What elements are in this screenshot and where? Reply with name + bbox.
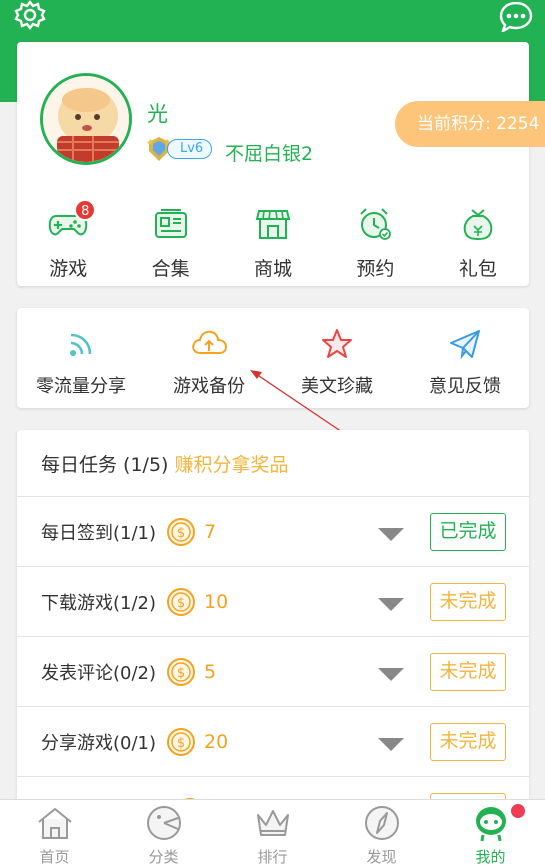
quick-action-games[interactable]: 8 游戏 (17, 199, 119, 281)
shop-icon (255, 210, 291, 239)
nav-ranking[interactable]: 排行 (218, 800, 327, 868)
tool-label: 零流量分享 (36, 376, 126, 397)
task-row[interactable]: 下载游戏(1/2) $ 10 未完成 (17, 567, 529, 637)
quick-action-label: 商城 (254, 258, 293, 280)
points-pill[interactable]: 当前积分: 2254 (395, 101, 545, 147)
task-status-button[interactable]: 未完成 (430, 723, 506, 761)
nav-category[interactable]: 分类 (109, 800, 218, 868)
expand-caret-icon[interactable] (378, 528, 404, 541)
paper-plane-icon (450, 330, 480, 360)
nav-label: 首页 (39, 848, 70, 866)
tools-card: 零流量分享 游戏备份 美文珍藏 意见反馈 (17, 308, 529, 408)
nav-mine[interactable]: 我的 (436, 800, 545, 868)
svg-text:$: $ (177, 736, 185, 751)
tool-row: 零流量分享 游戏备份 美文珍藏 意见反馈 (17, 324, 529, 398)
expand-caret-icon[interactable] (378, 598, 404, 611)
crown-icon (256, 810, 289, 836)
svg-text:$: $ (177, 596, 185, 611)
coin-icon: $ (167, 657, 196, 686)
task-row[interactable]: 分享游戏(0/1) $ 20 未完成 (17, 707, 529, 777)
chat-bubble-icon[interactable] (498, 0, 534, 34)
tool-label: 意见反馈 (429, 376, 501, 397)
nav-label: 发现 (366, 848, 397, 866)
coin-icon: $ (167, 587, 196, 616)
gift-bag-icon (463, 209, 493, 241)
quick-action-label: 合集 (151, 258, 190, 280)
task-name: 每日签到(1/1) (41, 522, 157, 544)
collection-icon (154, 209, 187, 238)
coin-icon: $ (167, 517, 196, 546)
task-name: 发表评论(0/2) (41, 662, 157, 684)
profile-card: 光 Lv6 不屈白银2 当前积分: 2254 8 游戏 合集 商城 预约 礼包 (17, 42, 545, 286)
nav-home[interactable]: 首页 (0, 800, 109, 868)
quick-action-label: 礼包 (458, 258, 497, 280)
task-points: 7 (204, 520, 217, 543)
star-icon (322, 329, 352, 358)
tool-label: 游戏备份 (173, 376, 245, 397)
cloud-upload-icon (192, 330, 228, 354)
username: 光 (147, 102, 168, 126)
tool-label: 美文珍藏 (301, 376, 373, 397)
nav-label: 分类 (148, 848, 179, 866)
task-name: 下载游戏(1/2) (41, 592, 157, 614)
quick-action-collections[interactable]: 合集 (119, 202, 221, 281)
notification-dot (511, 804, 525, 818)
svg-text:$: $ (177, 526, 185, 541)
task-points: 10 (204, 590, 229, 613)
tasks-subtitle[interactable]: 赚积分拿奖品 (174, 450, 288, 477)
expand-caret-icon[interactable] (378, 668, 404, 681)
quick-actions: 8 游戏 合集 商城 预约 礼包 (17, 199, 529, 281)
alarm-clock-icon (360, 208, 392, 240)
category-icon (146, 806, 181, 840)
quick-action-shop[interactable]: 商城 (222, 202, 324, 281)
coin-icon: $ (167, 727, 196, 756)
compass-icon (364, 806, 399, 840)
tool-zero-data-share[interactable]: 零流量分享 (17, 324, 145, 398)
task-status-button[interactable]: 未完成 (430, 653, 506, 691)
level-badge: Lv6 (145, 135, 213, 163)
task-name: 分享游戏(0/1) (41, 732, 157, 754)
nav-label: 排行 (257, 848, 288, 866)
rank-title: 不屈白银2 (225, 143, 314, 165)
gear-icon[interactable] (12, 0, 48, 34)
tool-feedback[interactable]: 意见反馈 (401, 324, 529, 398)
quick-action-gift[interactable]: 礼包 (427, 202, 529, 281)
task-row[interactable]: 发表评论(0/2) $ 5 未完成 (17, 637, 529, 707)
task-status-button[interactable]: 未完成 (430, 583, 506, 621)
task-status-button[interactable]: 已完成 (430, 513, 506, 551)
task-row[interactable]: 每日签到(1/1) $ 7 已完成 (17, 497, 529, 567)
tool-game-backup[interactable]: 游戏备份 (145, 324, 273, 398)
avatar[interactable] (40, 73, 132, 165)
games-badge: 8 (74, 199, 97, 221)
task-points: 5 (204, 660, 217, 683)
nav-discover[interactable]: 发现 (327, 800, 436, 868)
tasks-header: 每日任务 (1/5) 赚积分拿奖品 (17, 430, 529, 497)
level-label: Lv6 (167, 139, 213, 159)
nav-label: 我的 (475, 848, 506, 866)
wifi-share-icon (70, 333, 92, 356)
quick-action-reservation[interactable]: 预约 (324, 202, 426, 281)
daily-tasks-card: 每日任务 (1/5) 赚积分拿奖品 每日签到(1/1) $ 7 已完成 下载游戏… (17, 430, 529, 850)
tasks-title: 每日任务 (1/5) (41, 453, 169, 476)
quick-action-label: 预约 (356, 258, 395, 280)
home-icon (37, 807, 72, 839)
bottom-nav: 首页 分类 排行 发现 我的 (0, 799, 545, 868)
expand-caret-icon[interactable] (378, 738, 404, 751)
quick-action-label: 游戏 (49, 258, 88, 280)
tool-favorite-articles[interactable]: 美文珍藏 (273, 324, 401, 398)
svg-text:$: $ (177, 666, 185, 681)
profile-robot-icon (475, 807, 506, 842)
task-points: 20 (204, 730, 229, 753)
